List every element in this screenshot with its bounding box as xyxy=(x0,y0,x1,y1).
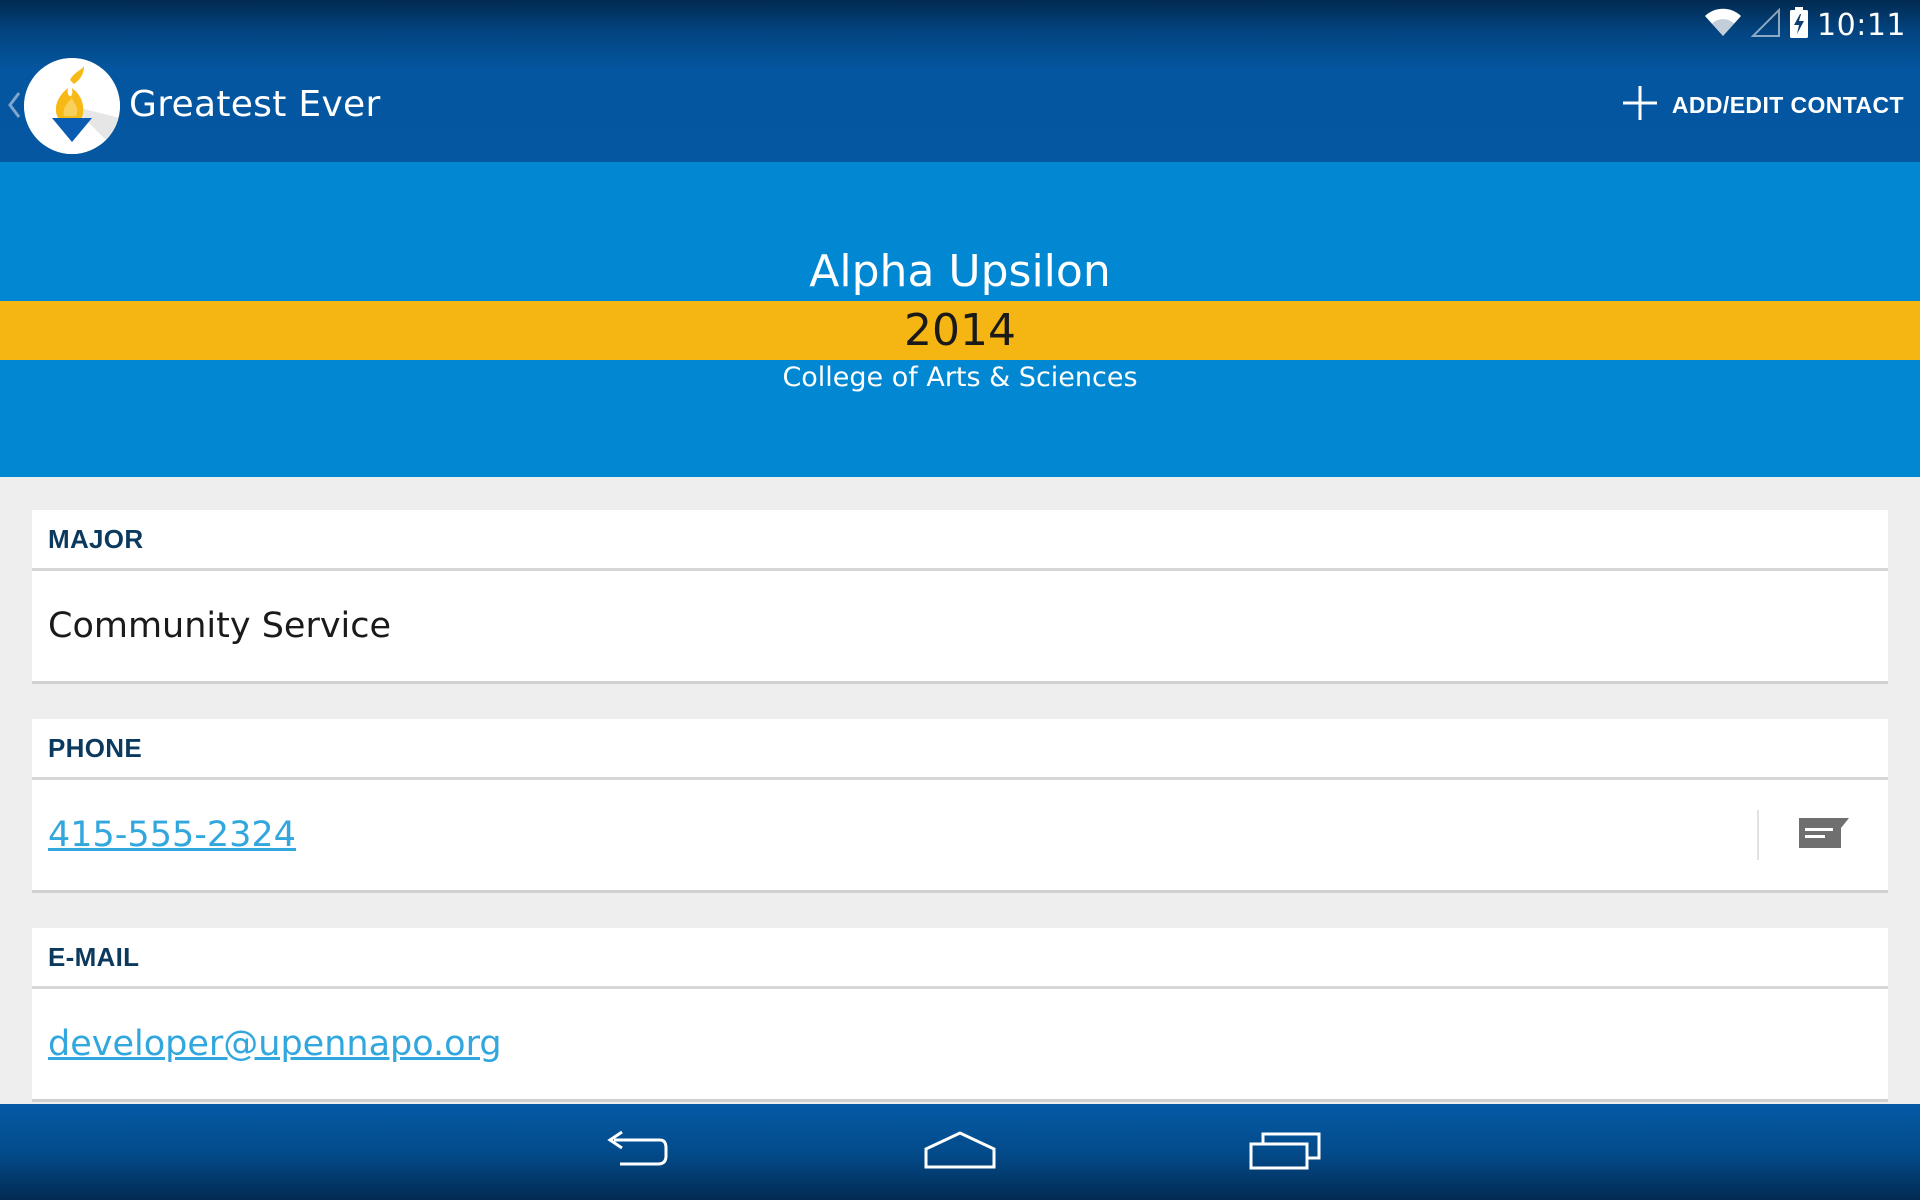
email-label: E-MAIL xyxy=(48,941,140,972)
status-icons: 10:11 xyxy=(1703,6,1906,44)
phone-header: PHONE xyxy=(32,719,1888,780)
top-chrome: 10:11 Greatest Ever ADD/EDIT CONTACT xyxy=(0,0,1920,162)
recent-apps-icon xyxy=(1249,1130,1321,1175)
email-link[interactable]: developer@upennapo.org xyxy=(48,1024,502,1064)
plus-icon xyxy=(1622,85,1658,126)
wifi-icon xyxy=(1703,8,1743,43)
major-header: MAJOR xyxy=(32,510,1888,571)
add-edit-contact-button[interactable]: ADD/EDIT CONTACT xyxy=(1622,80,1904,130)
battery-charging-icon xyxy=(1789,6,1809,44)
major-body: Community Service xyxy=(32,571,1888,681)
recent-apps-button[interactable] xyxy=(1225,1122,1345,1182)
major-card: MAJOR Community Service xyxy=(32,510,1888,684)
email-card: E-MAIL developer@upennapo.org xyxy=(32,928,1888,1102)
status-time: 10:11 xyxy=(1817,7,1906,43)
sms-message-icon xyxy=(1797,816,1851,855)
phone-link[interactable]: 415-555-2324 xyxy=(48,815,296,855)
status-bar: 10:11 xyxy=(0,0,1920,50)
profile-name: Alpha Upsilon xyxy=(809,246,1111,297)
sms-divider xyxy=(1757,810,1759,860)
torch-logo-icon[interactable] xyxy=(24,58,120,154)
sms-message-button[interactable] xyxy=(1792,810,1856,860)
email-body: developer@upennapo.org xyxy=(32,989,1888,1099)
profile-banner: Alpha Upsilon 2014 College of Arts & Sci… xyxy=(0,162,1920,477)
major-label: MAJOR xyxy=(48,523,144,554)
app-title: Greatest Ever xyxy=(129,84,381,125)
home-button[interactable] xyxy=(900,1122,1020,1182)
phone-body: 415-555-2324 xyxy=(32,780,1888,890)
up-caret-icon[interactable] xyxy=(6,90,22,120)
year-stripe: 2014 xyxy=(0,301,1920,360)
profile-school: College of Arts & Sciences xyxy=(782,362,1138,393)
action-bar: Greatest Ever ADD/EDIT CONTACT xyxy=(0,50,1920,162)
phone-label: PHONE xyxy=(48,732,142,763)
add-edit-contact-label: ADD/EDIT CONTACT xyxy=(1671,91,1904,118)
navigation-bar xyxy=(0,1104,1920,1200)
back-icon xyxy=(600,1130,670,1175)
profile-year: 2014 xyxy=(904,305,1016,356)
email-header: E-MAIL xyxy=(32,928,1888,989)
cell-signal-icon xyxy=(1750,7,1781,43)
phone-card: PHONE 415-555-2324 xyxy=(32,719,1888,893)
major-value: Community Service xyxy=(48,606,392,646)
back-button[interactable] xyxy=(575,1122,695,1182)
home-icon xyxy=(922,1129,998,1176)
